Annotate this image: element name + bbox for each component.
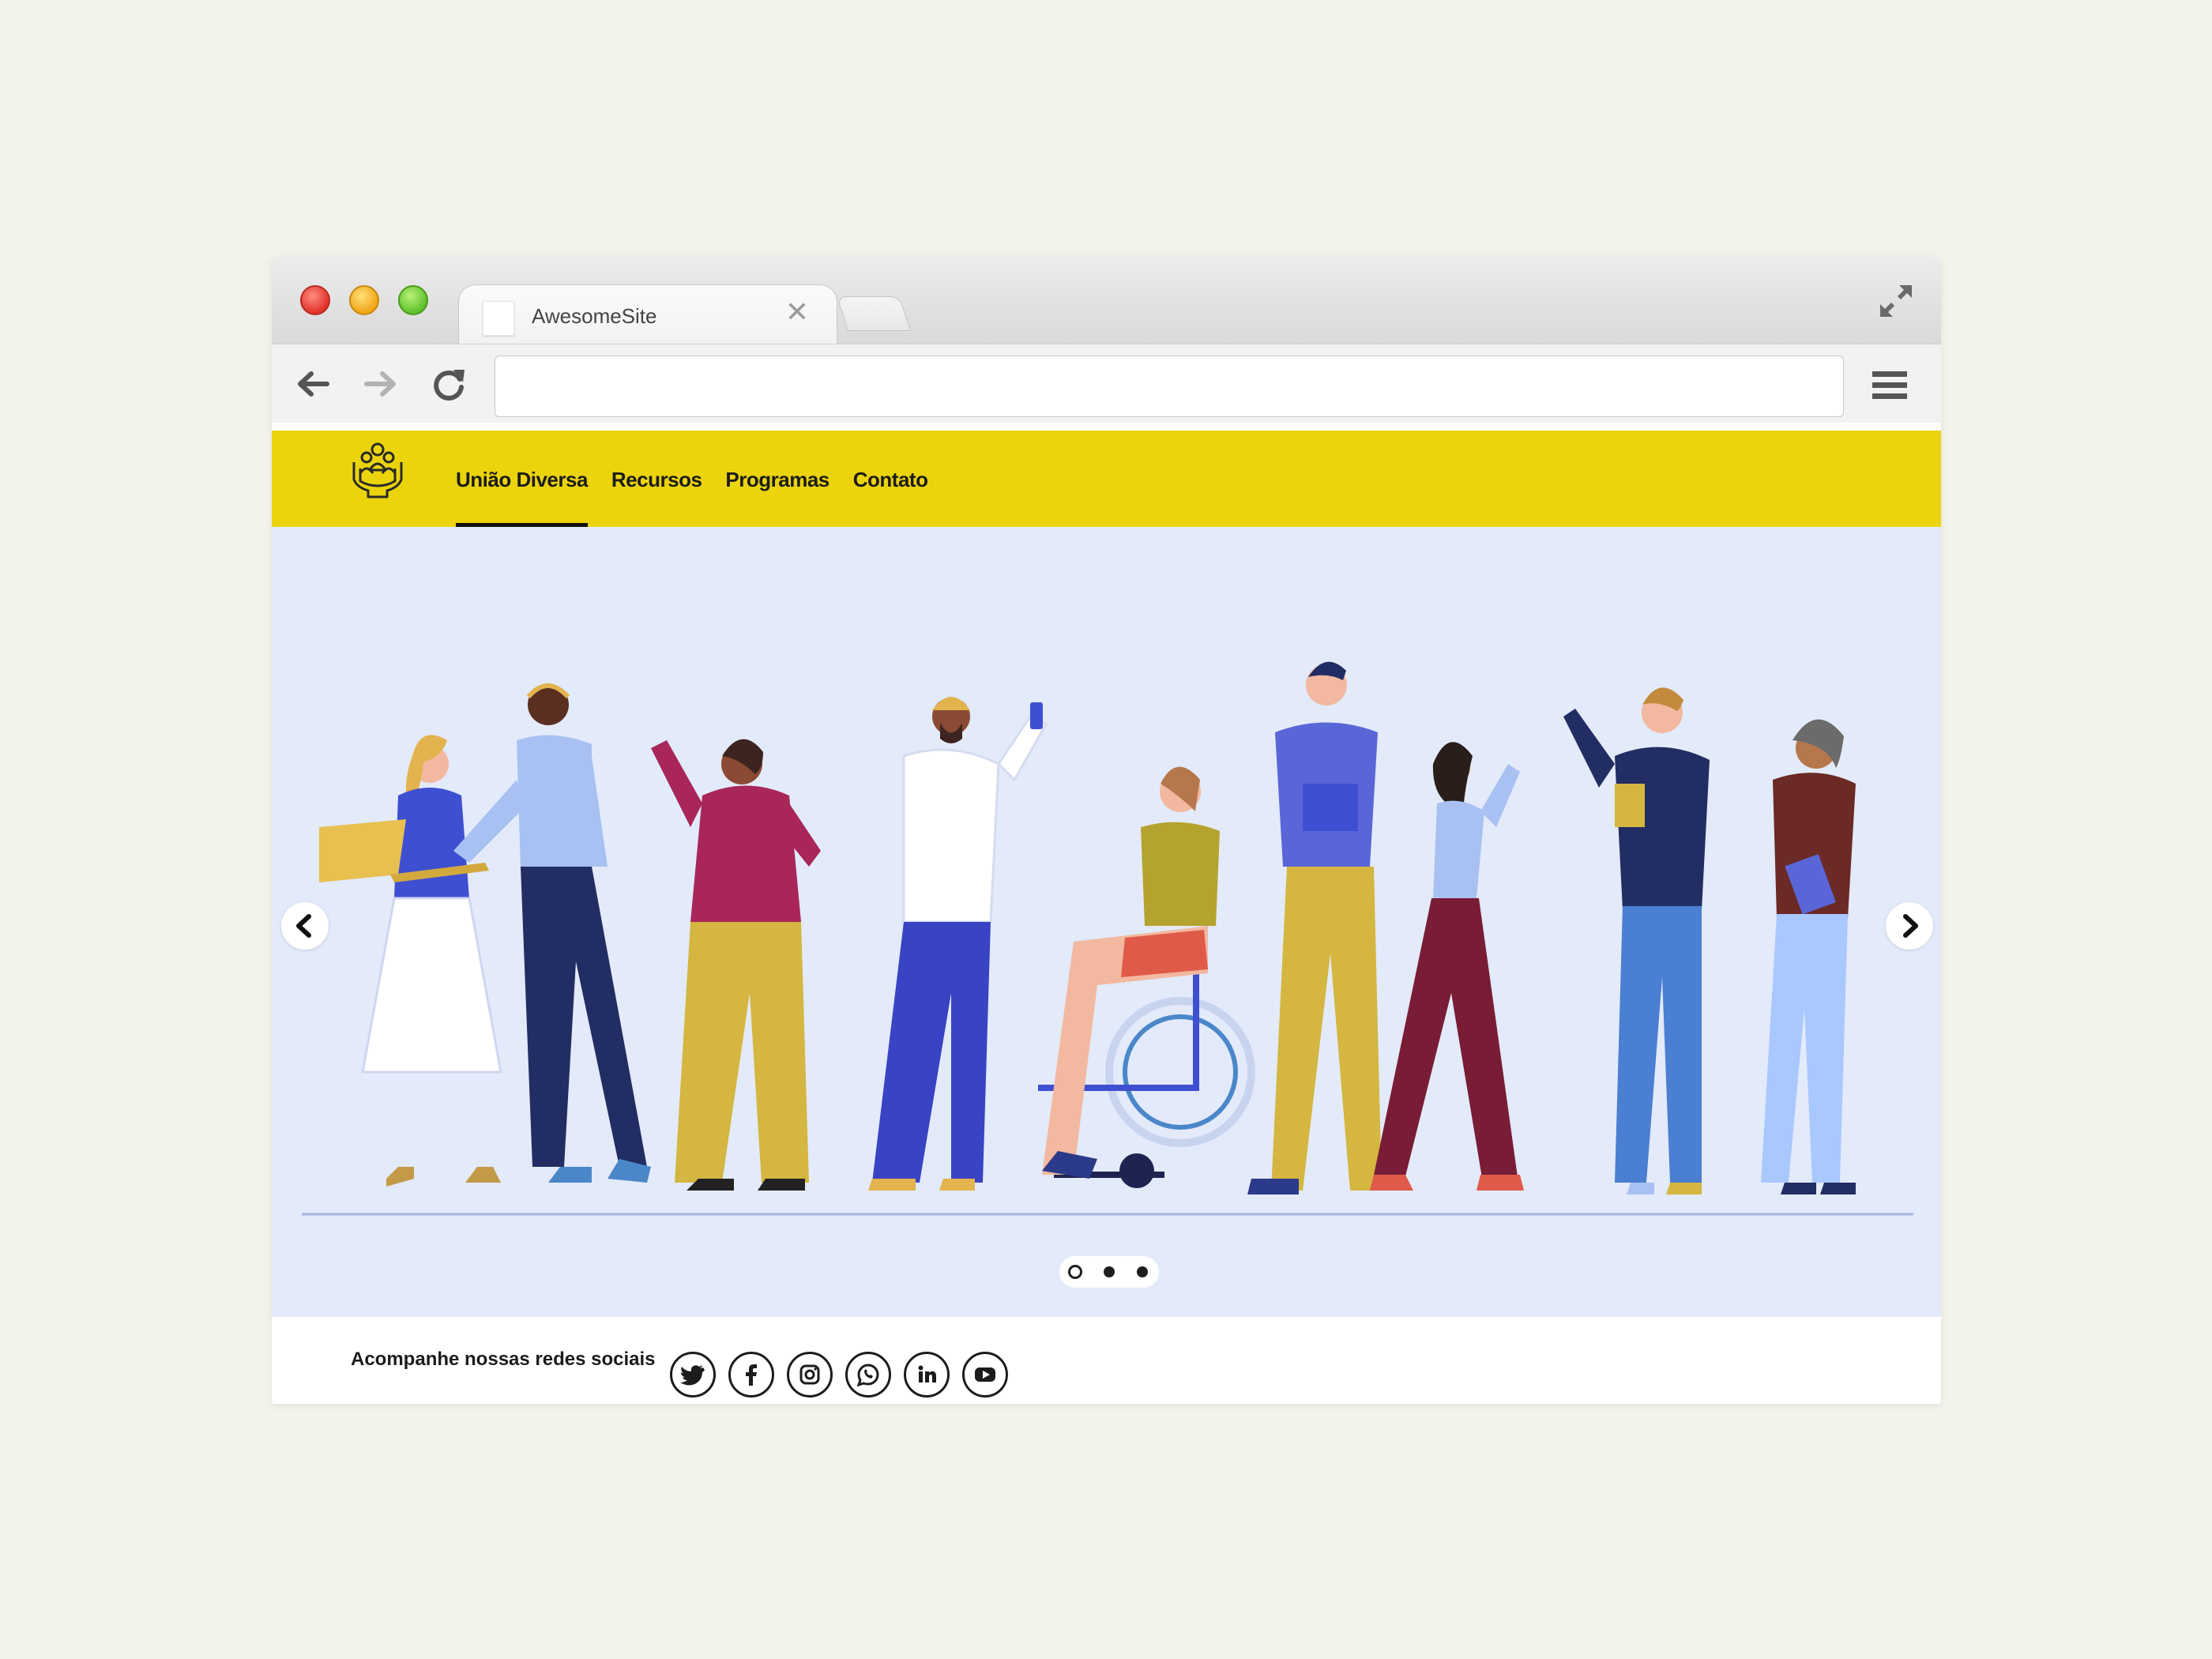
instagram-icon[interactable] [787, 1352, 833, 1398]
whatsapp-icon[interactable] [845, 1352, 891, 1398]
browser-window: AwesomeSite ✕ União Diversa Recursos Pro… [272, 257, 1941, 1404]
nav-item-uniao-diversa[interactable]: União Diversa [456, 431, 588, 527]
twitter-icon[interactable] [670, 1352, 716, 1398]
site-nav: União Diversa Recursos Programas Contato [456, 431, 951, 527]
browser-toolbar [272, 344, 1941, 423]
reload-icon[interactable] [427, 362, 471, 406]
youtube-icon[interactable] [962, 1352, 1008, 1398]
back-arrow-icon[interactable] [291, 362, 335, 406]
hero-carousel [272, 527, 1941, 1317]
site-logo-icon[interactable] [349, 438, 406, 502]
facebook-icon[interactable] [728, 1352, 774, 1398]
carousel-prev-button[interactable] [281, 902, 329, 950]
diverse-people-illustration [302, 661, 1913, 1216]
address-bar[interactable] [495, 356, 1844, 417]
title-bar: AwesomeSite ✕ [272, 257, 1941, 344]
social-label: Acompanhe nossas redes sociais [351, 1349, 656, 1370]
browser-tab[interactable]: AwesomeSite ✕ [458, 284, 837, 344]
page-favicon-icon [483, 301, 514, 336]
tab-title: AwesomeSite [532, 304, 657, 328]
nav-item-recursos[interactable]: Recursos [611, 431, 702, 527]
tab-close-icon[interactable]: ✕ [783, 298, 811, 326]
fullscreen-icon[interactable] [1875, 280, 1917, 322]
maximize-window-button[interactable] [398, 285, 428, 315]
carousel-dot-1[interactable] [1068, 1265, 1082, 1279]
social-footer: Acompanhe nossas redes sociais [272, 1317, 1941, 1404]
nav-item-contato[interactable]: Contato [853, 431, 928, 527]
menu-icon[interactable] [1868, 363, 1912, 408]
new-tab-button[interactable] [836, 296, 912, 331]
site-header: União Diversa Recursos Programas Contato [272, 431, 1941, 527]
minimize-window-button[interactable] [349, 285, 379, 315]
linkedin-icon[interactable] [904, 1352, 950, 1398]
carousel-dot-3[interactable] [1137, 1266, 1148, 1277]
forward-arrow-icon[interactable] [359, 362, 403, 406]
carousel-next-button[interactable] [1886, 902, 1933, 950]
carousel-dot-2[interactable] [1104, 1266, 1115, 1277]
carousel-pagination [1059, 1256, 1159, 1288]
close-window-button[interactable] [300, 285, 330, 315]
nav-item-programas[interactable]: Programas [725, 431, 830, 527]
